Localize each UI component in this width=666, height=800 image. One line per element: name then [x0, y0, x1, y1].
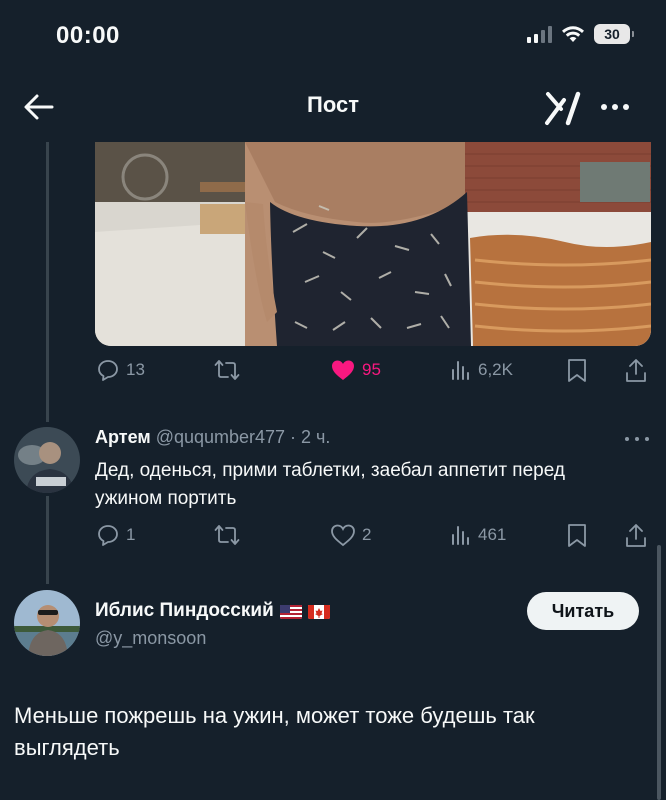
author-handle[interactable]: @y_monsoon — [95, 628, 206, 649]
tweet-action-bar: 13 95 6,2K — [0, 358, 666, 388]
wifi-icon — [562, 26, 584, 42]
follow-button[interactable]: Читать — [527, 592, 639, 630]
views-bar-chart-icon — [452, 361, 469, 380]
bookmark-icon[interactable] — [566, 358, 588, 384]
scrollbar[interactable] — [657, 545, 661, 800]
author-name[interactable]: Иблис Пиндосский — [95, 600, 274, 622]
reply-meta: @ququmber477 · 2 ч. — [155, 427, 331, 447]
reply-count: 13 — [126, 360, 145, 379]
bookmark-icon[interactable] — [566, 523, 588, 549]
heart-filled-icon — [332, 360, 354, 380]
like-button[interactable]: 2 — [330, 523, 371, 547]
main-post-author: Иблис Пиндосский @y_monsoon Читать — [0, 588, 666, 668]
reply-action-bar: 1 2 461 — [0, 523, 666, 553]
avatar[interactable] — [14, 427, 80, 493]
avatar[interactable] — [14, 590, 80, 656]
views-button[interactable]: 6,2K — [450, 358, 513, 382]
retweet-icon — [214, 525, 240, 545]
status-bar: 00:00 30 — [0, 0, 666, 72]
reply-button[interactable]: 1 — [96, 523, 135, 547]
nav-bar: Пост — [0, 72, 666, 142]
heart-outline-icon — [331, 524, 355, 547]
author-name-row: Иблис Пиндосский — [95, 600, 330, 622]
reply-icon — [98, 360, 118, 381]
reply-count: 1 — [126, 525, 136, 544]
reply-more-icon[interactable] — [622, 429, 652, 449]
reply-author-name[interactable]: Артем — [95, 427, 151, 447]
views-count: 6,2K — [478, 360, 513, 379]
like-count: 95 — [362, 360, 381, 379]
reply-icon — [98, 525, 118, 546]
more-options-icon[interactable] — [598, 94, 632, 120]
canada-flag-icon — [307, 604, 330, 619]
retweet-button[interactable] — [214, 358, 240, 382]
retweet-icon — [214, 360, 240, 380]
views-button[interactable]: 461 — [450, 523, 506, 547]
reply-button[interactable]: 13 — [96, 358, 145, 382]
signal-icon — [527, 25, 552, 43]
battery-icon: 30 — [594, 24, 634, 44]
share-icon[interactable] — [624, 358, 648, 384]
like-button[interactable]: 95 — [330, 358, 381, 382]
reply-header: Артем @ququmber477 · 2 ч. — [95, 427, 330, 448]
views-bar-chart-icon — [452, 526, 469, 545]
like-count: 2 — [362, 525, 372, 544]
share-icon[interactable] — [624, 523, 648, 549]
retweet-button[interactable] — [214, 523, 240, 547]
main-post-text: Меньше пожрешь на ужин, может тоже будеш… — [14, 703, 535, 760]
status-time: 00:00 — [56, 22, 120, 49]
photo-illustration — [95, 142, 651, 346]
views-count: 461 — [478, 525, 507, 544]
us-flag-icon — [279, 604, 302, 619]
tweet-media-image[interactable] — [95, 142, 651, 346]
status-icons: 30 — [527, 24, 634, 44]
reply-text: Дед, оденься, прими таблетки, заебал апп… — [95, 460, 565, 509]
grok-icon[interactable] — [544, 90, 584, 126]
